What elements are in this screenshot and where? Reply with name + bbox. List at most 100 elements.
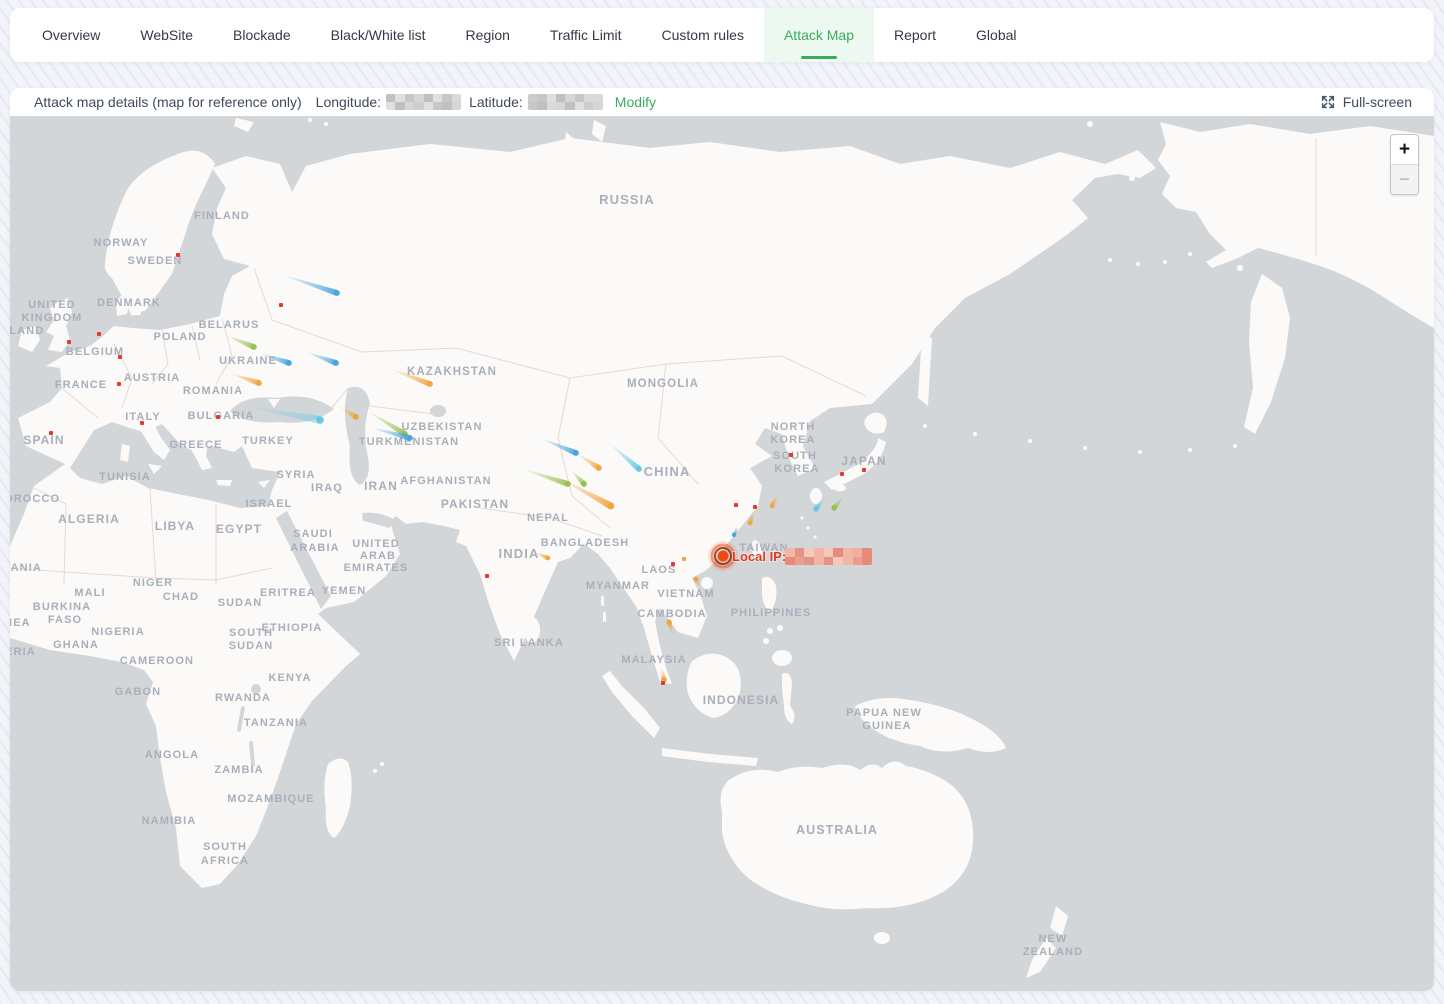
tab-region[interactable]: Region bbox=[446, 8, 530, 62]
map-label: BELARUS bbox=[199, 319, 260, 331]
attack-trail-head bbox=[333, 360, 339, 366]
map-label: SYRIA bbox=[276, 469, 315, 481]
tab-global[interactable]: Global bbox=[956, 8, 1036, 62]
map-label: ARABIA bbox=[290, 542, 339, 554]
scandinavia bbox=[105, 151, 215, 316]
attack-trail-head bbox=[316, 416, 324, 424]
java bbox=[662, 748, 758, 766]
map-label: IRELAND bbox=[10, 325, 44, 337]
map-label: MYANMAR bbox=[586, 580, 650, 592]
attack-dot bbox=[279, 303, 283, 307]
borneo bbox=[687, 654, 741, 718]
landmass-afro-eurasia bbox=[10, 138, 1156, 888]
tab-custom-rules[interactable]: Custom rules bbox=[642, 8, 764, 62]
map-label: MOROCCO bbox=[10, 493, 60, 505]
attack-dot bbox=[140, 421, 144, 425]
map-label: ZEALAND bbox=[1023, 946, 1083, 958]
wrangel bbox=[1087, 121, 1093, 127]
madagascar bbox=[324, 758, 351, 838]
map-label: NAMIBIA bbox=[142, 815, 197, 827]
map-label: KOREA bbox=[774, 463, 819, 475]
map-label: UNITED bbox=[352, 538, 400, 550]
attack-trail-head bbox=[286, 360, 292, 366]
attack-dot bbox=[753, 505, 757, 509]
local-ip-label: Local IP: bbox=[732, 549, 786, 564]
main-tab-bar: OverviewWebSiteBlockadeBlack/White listR… bbox=[10, 8, 1434, 62]
map-label: VIETNAM bbox=[657, 588, 714, 600]
map-label: MONGOLIA bbox=[627, 378, 699, 390]
map-label: AUSTRALIA bbox=[796, 823, 878, 837]
map-label: FINLAND bbox=[194, 210, 250, 222]
map-label: EMIRATES bbox=[344, 562, 409, 574]
world-map[interactable]: RUSSIAFINLANDNORWAYSWEDENDENMARKUNITEDKI… bbox=[10, 116, 1434, 991]
panel-title: Attack map details (map for reference on… bbox=[34, 94, 302, 110]
map-label: IRAN bbox=[364, 479, 398, 493]
map-label: ROMANIA bbox=[183, 385, 243, 397]
attack-dot bbox=[862, 468, 866, 472]
local-ip-value-blurred bbox=[785, 548, 872, 565]
map-label: RUSSIA bbox=[599, 192, 655, 207]
map-label: CAMEROON bbox=[120, 655, 194, 667]
attack-trail-head bbox=[581, 481, 587, 487]
attack-trail-head bbox=[694, 577, 699, 582]
map-label: SUDAN bbox=[229, 640, 274, 652]
hokkaido bbox=[864, 413, 886, 434]
zoom-in-button[interactable]: + bbox=[1391, 135, 1418, 165]
zoom-out-button[interactable]: − bbox=[1391, 165, 1418, 194]
map-label: EGYPT bbox=[216, 522, 262, 536]
tab-website[interactable]: WebSite bbox=[120, 8, 213, 62]
map-label: NORWAY bbox=[94, 237, 149, 249]
map-label: NIGERIA bbox=[91, 626, 145, 638]
tab-blockade[interactable]: Blockade bbox=[213, 8, 311, 62]
map-label: NIGER bbox=[133, 577, 173, 589]
map-label: CAMBODIA bbox=[637, 608, 706, 620]
attack-dot bbox=[97, 332, 101, 336]
attack-dot bbox=[67, 340, 71, 344]
map-label: LIBYA bbox=[155, 519, 195, 533]
map-label: ISRAEL bbox=[246, 498, 293, 510]
latitude-label: Latitude: bbox=[469, 94, 523, 110]
aral-sea bbox=[430, 405, 446, 417]
map-label: UNITED bbox=[28, 299, 76, 311]
attack-map[interactable]: RUSSIAFINLANDNORWAYSWEDENDENMARKUNITEDKI… bbox=[10, 116, 1434, 991]
tab-black-white-list[interactable]: Black/White list bbox=[311, 8, 446, 62]
map-label: KOREA bbox=[770, 434, 815, 446]
attack-trail-head bbox=[666, 619, 671, 624]
map-label: MAURITANIA bbox=[10, 562, 42, 574]
map-label: LAOS bbox=[642, 564, 677, 576]
map-label: SOUTH bbox=[203, 841, 247, 853]
map-label: MOZAMBIQUE bbox=[227, 793, 314, 805]
map-label: PAPUA NEW bbox=[846, 707, 922, 719]
map-label: GUINEA bbox=[862, 720, 911, 732]
tab-report[interactable]: Report bbox=[874, 8, 956, 62]
attack-dot bbox=[176, 253, 180, 257]
attack-dot bbox=[117, 382, 121, 386]
attack-dot bbox=[118, 355, 122, 359]
modify-link[interactable]: Modify bbox=[615, 94, 656, 110]
map-label: BURKINA bbox=[33, 601, 91, 613]
map-label: JAPAN bbox=[841, 454, 886, 468]
map-label: SUDAN bbox=[218, 597, 263, 609]
attack-map-panel: Attack map details (map for reference on… bbox=[10, 88, 1434, 991]
map-label: MALAYSIA bbox=[621, 654, 686, 666]
svalbard bbox=[234, 118, 254, 132]
map-label: NORTH bbox=[771, 421, 816, 433]
tab-traffic-limit[interactable]: Traffic Limit bbox=[530, 8, 642, 62]
map-label: GABON bbox=[115, 686, 161, 698]
map-label: TANZANIA bbox=[244, 717, 308, 729]
tab-attack-map[interactable]: Attack Map bbox=[764, 8, 874, 62]
tab-overview[interactable]: Overview bbox=[22, 8, 120, 62]
map-label: SAUDI bbox=[293, 528, 333, 540]
attack-map-page: { "colors":{"accent":"#3bac5e","ocean":"… bbox=[0, 0, 1444, 1004]
map-label: ERITREA bbox=[260, 587, 316, 599]
map-label: FRANCE bbox=[55, 379, 107, 391]
attack-trail-head bbox=[546, 556, 551, 561]
map-label: PHILIPPINES bbox=[731, 607, 812, 619]
attack-trail-head bbox=[748, 521, 753, 526]
fullscreen-button[interactable]: Full-screen bbox=[1320, 94, 1412, 110]
map-label: BANGLADESH bbox=[541, 537, 630, 549]
attack-dot bbox=[671, 562, 675, 566]
map-label: GREECE bbox=[169, 439, 222, 451]
map-label: GUINEA bbox=[10, 617, 31, 629]
map-label: ANGOLA bbox=[145, 749, 199, 761]
